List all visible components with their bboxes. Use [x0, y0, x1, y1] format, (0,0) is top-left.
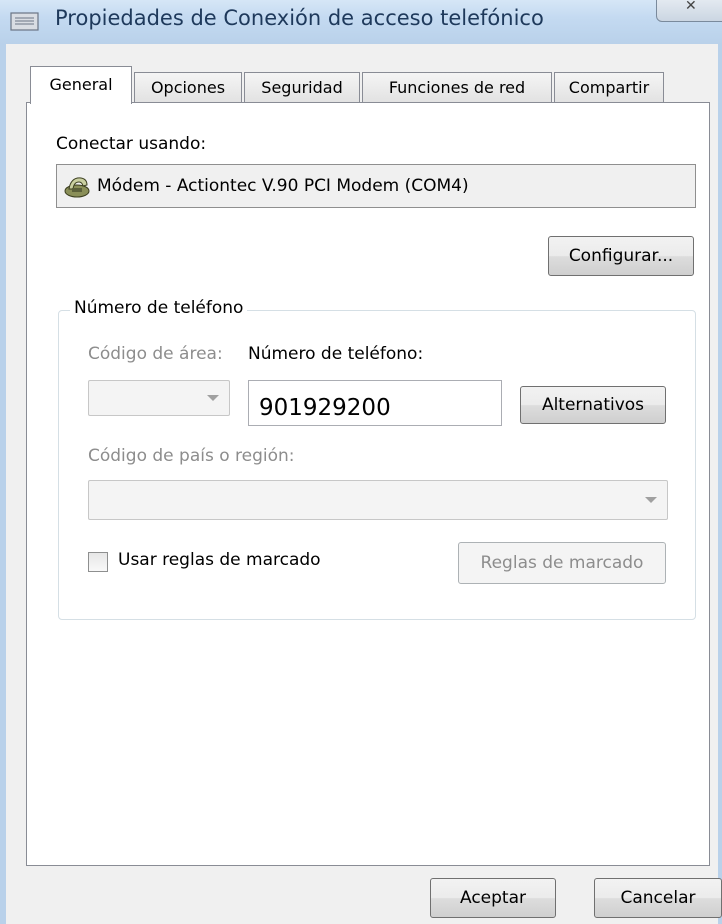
cancel-button[interactable]: Cancelar	[594, 878, 722, 918]
tab-general[interactable]: General	[30, 66, 132, 104]
title-bar[interactable]: Propiedades de Conexión de acceso telefó…	[0, 0, 722, 44]
ok-button[interactable]: Aceptar	[430, 878, 556, 918]
country-code-combobox[interactable]	[88, 480, 668, 520]
alternates-button[interactable]: Alternativos	[520, 386, 666, 424]
device-name: Módem - Actiontec V.90 PCI Modem (COM4)	[97, 176, 469, 196]
phone-number-group-title: Número de teléfono	[70, 298, 248, 318]
connect-using-label: Conectar usando:	[56, 134, 207, 154]
tab-funciones-de-red[interactable]: Funciones de red	[362, 72, 552, 102]
device-list[interactable]: Módem - Actiontec V.90 PCI Modem (COM4)	[56, 164, 696, 208]
chevron-down-icon	[207, 395, 219, 401]
country-code-label: Código de país o región:	[88, 446, 295, 466]
tab-opciones[interactable]: Opciones	[134, 72, 242, 102]
use-dialing-rules-checkbox[interactable]	[88, 552, 108, 572]
window-frame-right	[718, 0, 722, 924]
tab-seguridad[interactable]: Seguridad	[244, 72, 360, 102]
phone-number-input[interactable]	[248, 380, 502, 426]
modem-icon	[64, 177, 90, 198]
configure-button[interactable]: Configurar...	[548, 236, 694, 276]
area-code-combobox[interactable]	[88, 380, 230, 416]
close-icon: ✕	[685, 0, 697, 14]
phone-number-label: Número de teléfono:	[248, 344, 424, 364]
dialing-rules-button[interactable]: Reglas de marcado	[458, 542, 666, 584]
dialup-connection-icon	[10, 12, 39, 31]
chevron-down-icon	[645, 497, 657, 503]
window-frame-left	[0, 0, 6, 924]
use-dialing-rules-label: Usar reglas de marcado	[118, 550, 321, 570]
window-title: Propiedades de Conexión de acceso telefó…	[55, 6, 544, 30]
area-code-label: Código de área:	[88, 344, 223, 364]
close-button[interactable]: ✕	[656, 0, 722, 22]
tab-compartir[interactable]: Compartir	[554, 72, 664, 102]
